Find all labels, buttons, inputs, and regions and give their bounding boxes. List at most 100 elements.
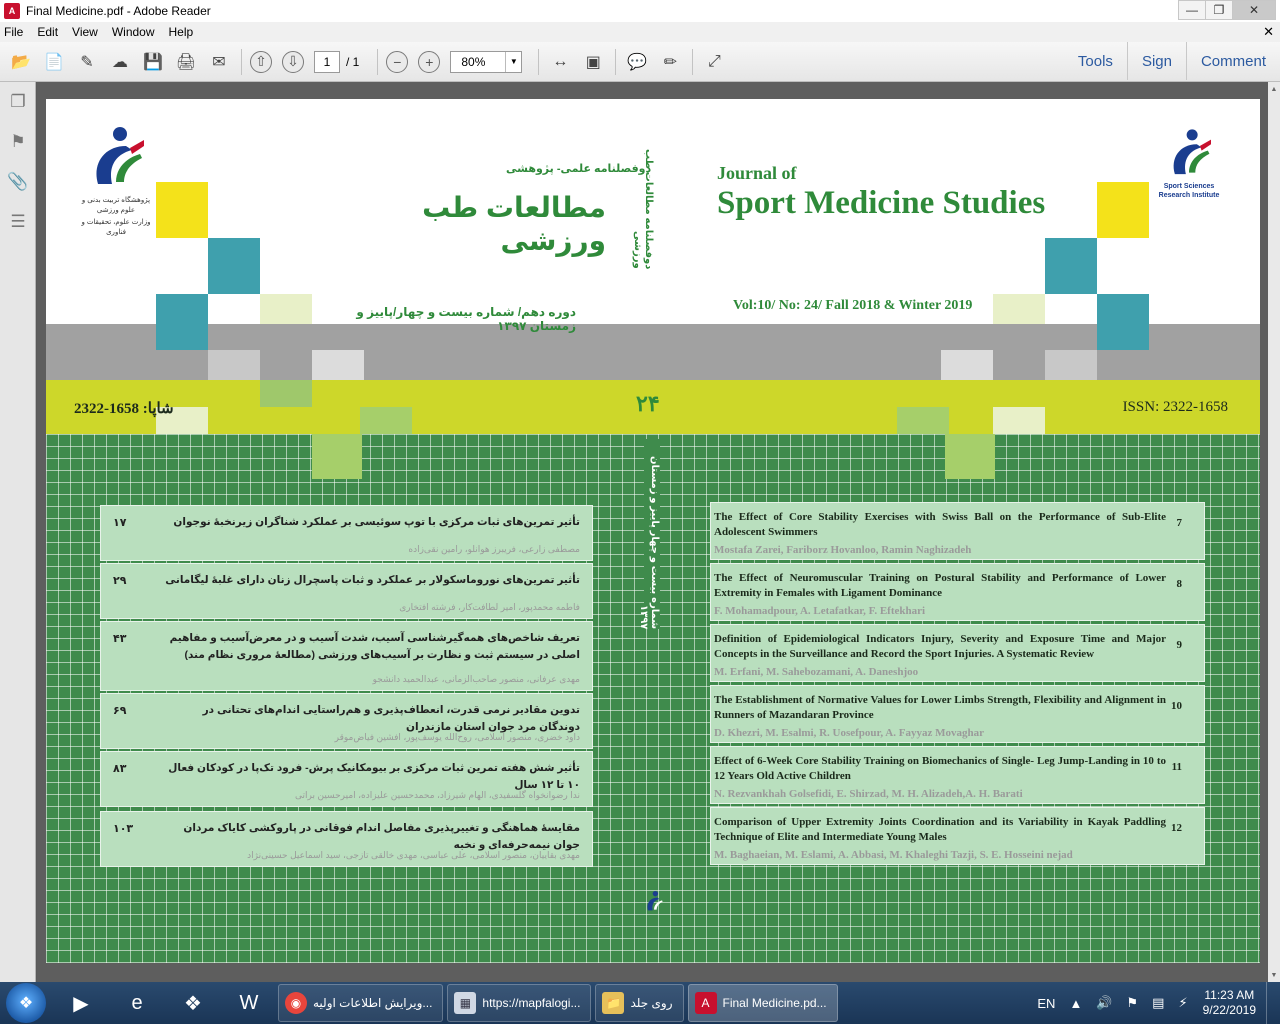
toc-en-title: The Effect of Neuromuscular Training on … — [714, 572, 1166, 599]
toc-fa-authors: ندا رضوانخواه گلسفیدی، الهام شیرزاد، محم… — [295, 790, 580, 800]
full-screen-icon[interactable]: ⤢ — [701, 49, 727, 75]
close-document-icon[interactable]: ✕ — [1263, 24, 1274, 40]
task-label: ویرایش اطلاعات اولیه... — [313, 996, 433, 1010]
taskbar-task-chrome[interactable]: ◉ ویرایش اطلاعات اولیه... — [278, 984, 444, 1022]
show-hidden-icons-icon[interactable]: ▲ — [1069, 996, 1082, 1011]
volume-icon[interactable]: 🔊 — [1096, 995, 1112, 1011]
menu-view[interactable]: View — [72, 25, 98, 39]
toc-en-authors: M. Baghaeian, M. Eslami, A. Abbasi, M. K… — [714, 849, 1073, 861]
toc-en-page: 8 — [1176, 578, 1183, 590]
maximize-button[interactable]: ❐ — [1205, 0, 1233, 20]
previous-page-button[interactable]: ⇧ — [250, 50, 272, 73]
highlight-icon[interactable]: ✏ — [657, 49, 683, 75]
taskbar-task-pdf[interactable]: A Final Medicine.pd... — [687, 984, 838, 1022]
toc-en-title: Effect of 6-Week Core Stability Training… — [714, 755, 1166, 782]
toc-fa-authors: داود خضری، منصور اسلامی، روح‌الله یوسف‌پ… — [334, 732, 580, 742]
vertical-scrollbar[interactable]: ▲ ▼ — [1268, 82, 1280, 982]
toolbar-right: Tools Sign Comment — [1064, 42, 1280, 80]
toolbar-separator — [692, 48, 694, 75]
toc-fa-authors: مهدی عرفانی، منصور صاحب‌الزمانی، عبدالحم… — [372, 674, 580, 684]
toc-fa-authors: مصطفی زارعی، فریبرز هوانلو، رامین نقی‌زا… — [408, 544, 580, 554]
menu-window[interactable]: Window — [112, 25, 155, 39]
title-bar: A Final Medicine.pdf - Adobe Reader — ❐ … — [0, 0, 1280, 22]
window-title: Final Medicine.pdf - Adobe Reader — [26, 4, 211, 18]
open-icon[interactable]: 📂 — [8, 49, 34, 75]
issn-fa: شاپا: 1658-2322 — [74, 401, 174, 417]
print-icon[interactable]: 🖨 — [173, 49, 199, 75]
toc-en-item: The Effect of Core Stability Exercises w… — [710, 502, 1205, 560]
zoom-select[interactable]: 80% ▼ — [450, 50, 523, 73]
windows-logo-icon: ❖ — [18, 995, 34, 1012]
deco-square — [1045, 238, 1097, 294]
fit-page-icon[interactable]: ▣ — [580, 49, 606, 75]
zoom-out-button[interactable]: − — [386, 50, 409, 73]
action-center-icon[interactable]: ⚑ — [1127, 995, 1139, 1011]
toc-fa-page: ۸۳ — [113, 763, 127, 775]
toc-fa-title: تأثیر شش هفته تمرین ثبات مرکزی بر بیومکا… — [168, 762, 580, 791]
deco-square — [156, 182, 208, 238]
taskbar-task-folder[interactable]: 📁 روی جلد — [595, 984, 684, 1022]
toolbar-separator — [615, 48, 617, 75]
sign-button[interactable]: Sign — [1126, 42, 1186, 80]
toolbar-separator — [538, 48, 540, 75]
language-indicator[interactable]: EN — [1037, 996, 1055, 1011]
edit-pdf-icon[interactable]: ✎ — [74, 49, 100, 75]
deco-square — [360, 407, 412, 434]
dropbox-icon[interactable]: ❖ — [166, 984, 220, 1022]
fit-width-icon[interactable]: ↔ — [547, 49, 573, 75]
toc-fa-item: ۴۳ تعریف شاخص‌های همه‌گیرشناسی آسیب، شدت… — [100, 621, 593, 691]
spine-title: دوفصلنامه مطالعات طب ورزشی — [632, 148, 654, 269]
toc-en-authors: D. Khezri, M. Esalmi, R. Uosefpour, A. F… — [714, 727, 984, 739]
menu-bar: File Edit View Window Help ✕ — [0, 22, 1280, 42]
volume-fa: دوره دهم/ شماره بیست و چهار/پاییز و زمست… — [356, 305, 576, 333]
internet-explorer-icon[interactable]: e — [110, 984, 164, 1022]
chevron-down-icon: ▼ — [505, 51, 521, 72]
toc-en-item: The Establishment of Normative Values fo… — [710, 685, 1205, 743]
scroll-down-icon[interactable]: ▼ — [1268, 968, 1280, 982]
menu-file[interactable]: File — [4, 25, 23, 39]
email-icon[interactable]: ✉ — [206, 49, 232, 75]
sticky-note-icon[interactable]: 💬 — [624, 49, 650, 75]
clock-date: 9/22/2019 — [1202, 1003, 1256, 1017]
document-area[interactable]: پژوهشگاه تربیت بدنی و علوم ورزشی وزارت ع… — [37, 82, 1268, 982]
show-desktop-button[interactable] — [1266, 982, 1280, 1024]
minimize-button[interactable]: — — [1178, 0, 1206, 20]
toc-en-authors: Mostafa Zarei, Fariborz Hovanloo, Ramin … — [714, 544, 972, 556]
create-pdf-icon[interactable]: 📄 — [41, 49, 67, 75]
page-number-input[interactable]: 1 — [314, 50, 340, 73]
media-player-icon[interactable]: ▶ — [54, 984, 108, 1022]
toc-en-page: 11 — [1171, 761, 1182, 773]
page-thumbnails-icon[interactable]: ❐ — [0, 82, 36, 122]
layers-icon[interactable]: ☰ — [0, 202, 36, 242]
taskbar-task-browser[interactable]: ▦ https://mapfalogi... — [447, 984, 592, 1022]
comment-button[interactable]: Comment — [1185, 42, 1280, 80]
save-icon[interactable]: 💾 — [140, 49, 166, 75]
toc-fa-title: تعریف شاخص‌های همه‌گیرشناسی آسیب، شدت آس… — [169, 632, 580, 661]
issue-number: ۲۴ — [636, 391, 660, 417]
clock[interactable]: 11:23 AM 9/22/2019 — [1203, 988, 1256, 1018]
chrome-icon: ◉ — [285, 992, 307, 1014]
menu-edit[interactable]: Edit — [37, 25, 58, 39]
issn-en: ISSN: 2322-1658 — [1122, 399, 1228, 415]
bookmarks-icon[interactable]: ⚑ — [0, 122, 36, 162]
zoom-in-button[interactable]: + — [418, 50, 441, 73]
toc-en-title: The Establishment of Normative Values fo… — [714, 694, 1166, 721]
menu-help[interactable]: Help — [169, 25, 194, 39]
deco-square — [208, 238, 260, 294]
start-button[interactable]: ❖ — [6, 983, 46, 1023]
scroll-up-icon[interactable]: ▲ — [1268, 82, 1280, 96]
upload-cloud-icon[interactable]: ☁ — [107, 49, 133, 75]
task-label: روی جلد — [630, 996, 673, 1010]
deco-square — [993, 294, 1045, 324]
clock-time: 11:23 AM — [1204, 988, 1255, 1002]
ministry-logo: پژوهشگاه تربیت بدنی و علوم ورزشی وزارت ع… — [76, 124, 156, 236]
next-page-button[interactable]: ⇩ — [282, 50, 304, 73]
close-button[interactable]: ✕ — [1232, 0, 1276, 20]
attachments-icon[interactable]: 📎 — [0, 162, 36, 202]
word-icon[interactable]: W — [222, 984, 276, 1022]
spine-issue: شماره بیست و چهار پاییز و زمستان ۱۳۹۷ — [638, 439, 660, 629]
tools-button[interactable]: Tools — [1064, 42, 1127, 80]
logo-mark — [1164, 127, 1214, 182]
power-icon[interactable]: ⚡ — [1178, 995, 1187, 1011]
network-icon[interactable]: ▤ — [1152, 995, 1164, 1011]
